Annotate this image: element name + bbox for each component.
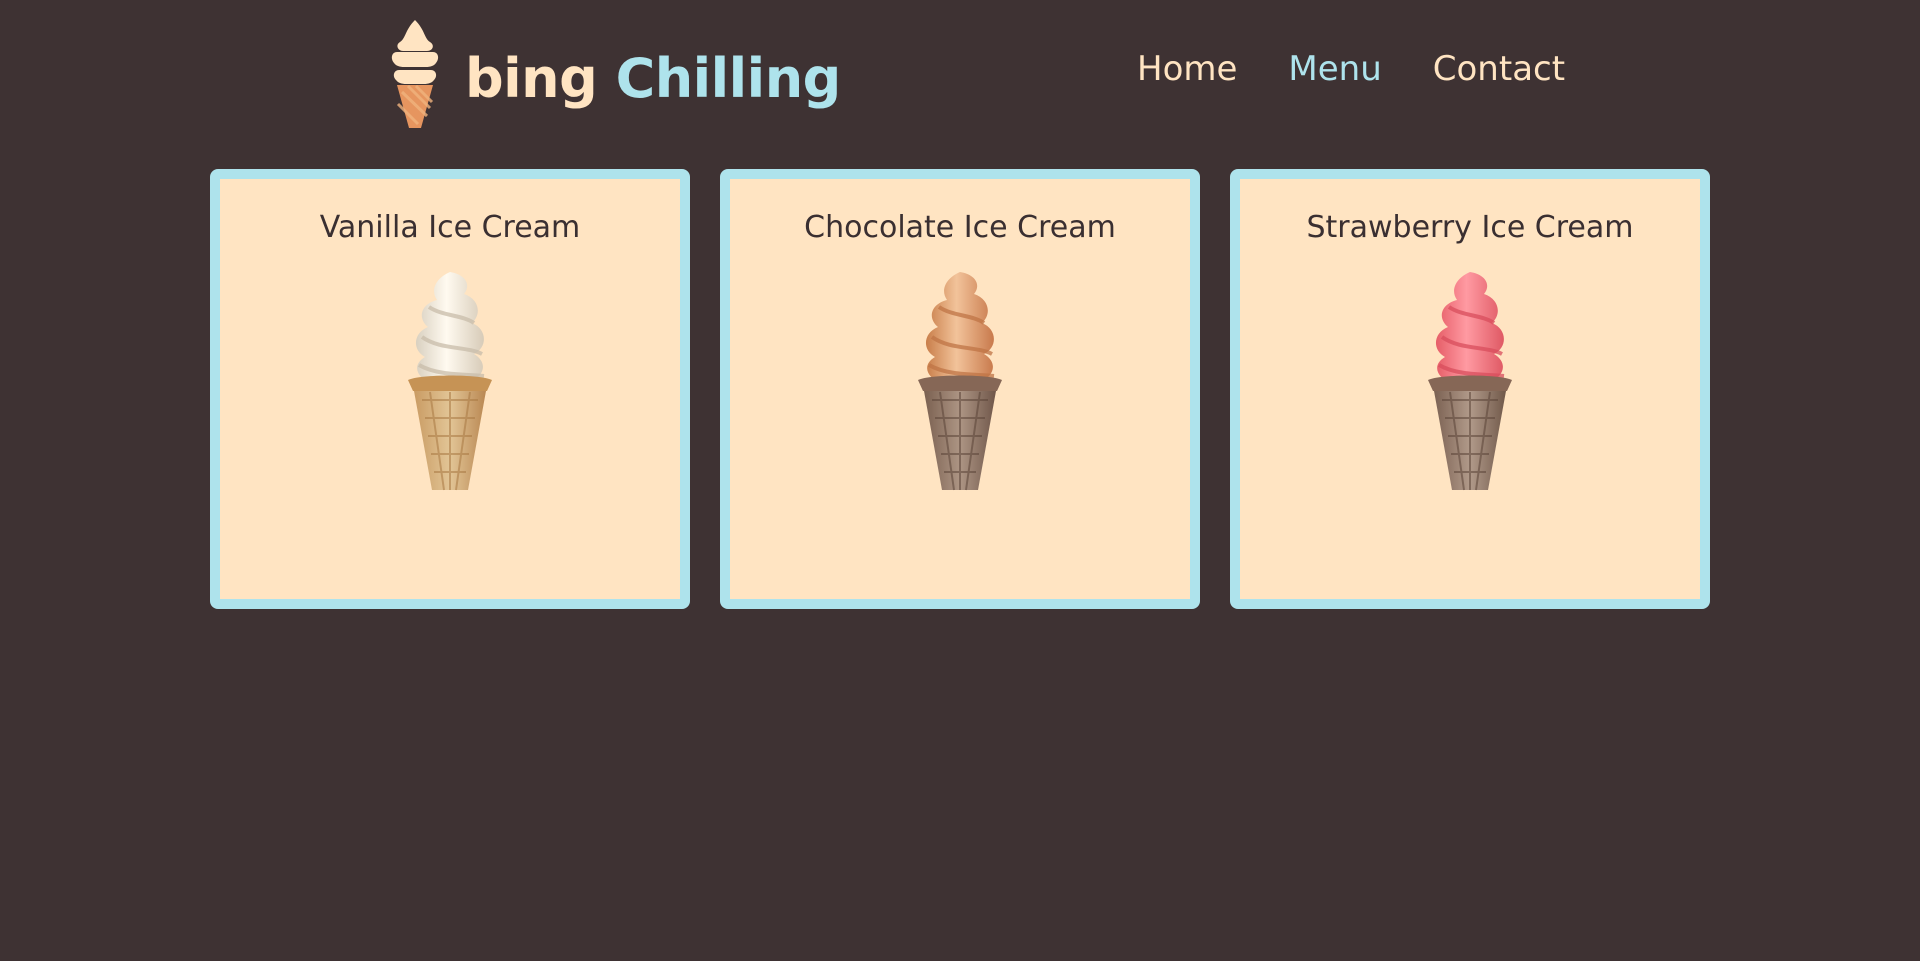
brand-name: bing Chilling: [465, 52, 841, 106]
logo-link[interactable]: bing Chilling: [385, 20, 841, 128]
card-content: Chocolate Ice Cream: [730, 179, 1190, 599]
card-title: Chocolate Ice Cream: [804, 210, 1116, 245]
brand-word-bing: bing: [465, 47, 598, 110]
vanilla-ice-cream-image: [408, 272, 492, 491]
chocolate-ice-cream-image: [918, 272, 1002, 491]
strawberry-ice-cream-card[interactable]: Strawberry Ice Cream: [1230, 169, 1710, 609]
nav-home-link[interactable]: Home: [1137, 52, 1237, 86]
nav-contact-link[interactable]: Contact: [1433, 52, 1565, 86]
chocolate-ice-cream-card[interactable]: Chocolate Ice Cream: [720, 169, 1200, 609]
ice-cream-logo-icon: [391, 20, 439, 128]
nav-menu-link[interactable]: Menu: [1288, 52, 1381, 86]
ice-cream-menu: Vanilla Ice Cream Chocolate Ice Cream St…: [210, 169, 1710, 609]
card-content: Strawberry Ice Cream: [1240, 179, 1700, 599]
vanilla-ice-cream-card[interactable]: Vanilla Ice Cream: [210, 169, 690, 609]
main-navigation: Home Menu Contact: [1137, 52, 1565, 86]
brand-word-chilling: Chilling: [615, 47, 842, 110]
site-header: bing Chilling Home Menu Contact: [0, 0, 1920, 150]
card-content: Vanilla Ice Cream: [220, 179, 680, 599]
card-title: Strawberry Ice Cream: [1306, 210, 1634, 245]
strawberry-ice-cream-image: [1428, 272, 1512, 491]
card-title: Vanilla Ice Cream: [319, 210, 581, 245]
